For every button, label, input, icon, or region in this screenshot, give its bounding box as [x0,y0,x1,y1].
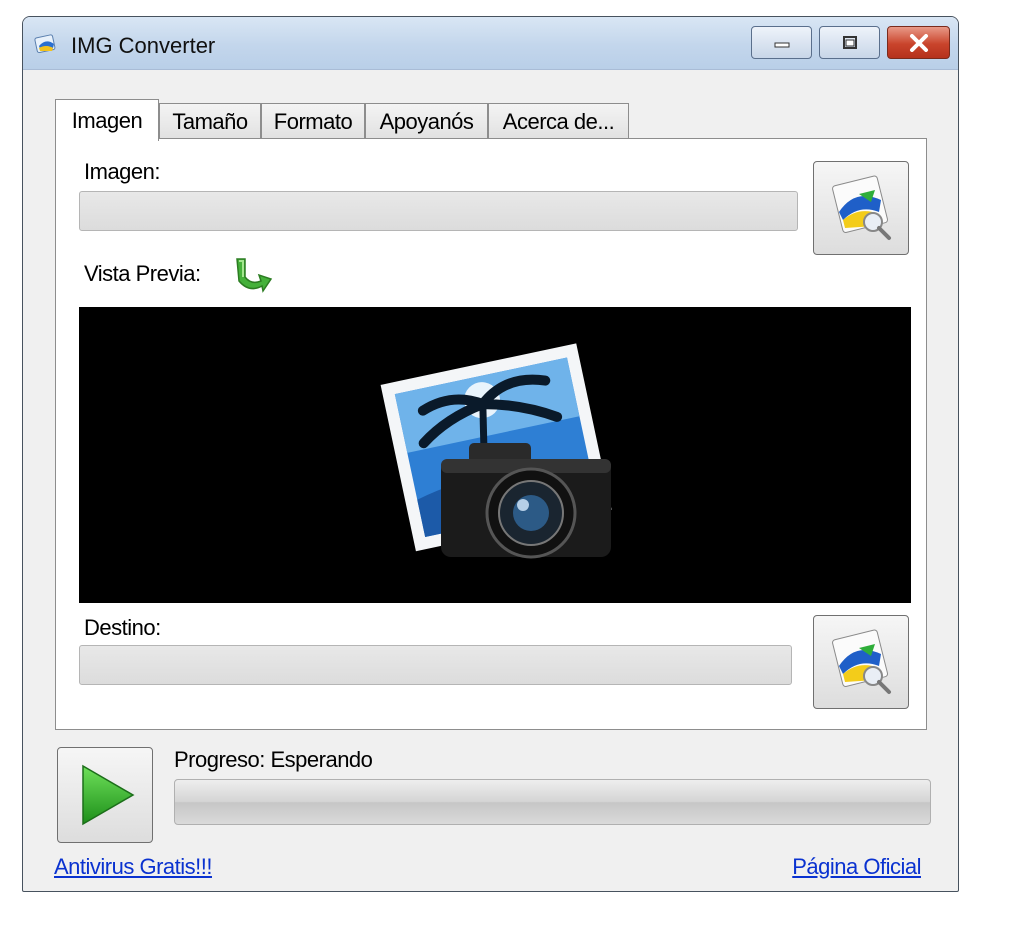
browse-destination-button[interactable] [813,615,909,709]
browse-image-button[interactable] [813,161,909,255]
destination-label: Destino: [84,615,161,640]
maximize-button[interactable] [819,26,880,59]
image-label: Imagen: [84,159,161,184]
title-bar[interactable]: IMG Converter [23,17,958,70]
app-icon [34,34,56,54]
photo-camera-icon [380,343,612,559]
maximize-icon [842,35,857,49]
minimize-icon [774,42,789,47]
tab-imagen[interactable]: Imagen [55,99,159,141]
convert-play-button[interactable] [57,747,153,843]
close-button[interactable] [887,26,950,59]
browse-destination-icon [832,629,891,694]
minimize-button[interactable] [751,26,812,59]
refresh-arrow-icon[interactable] [229,247,279,297]
preview-label: Vista Previa: [84,261,201,286]
close-icon [909,33,928,52]
image-path-field[interactable] [79,191,798,231]
tab-acerca-de[interactable]: Acerca de... [488,103,629,139]
tab-apoyanos[interactable]: Apoyanós [365,103,488,139]
image-preview [79,307,911,603]
progress-bar [174,779,931,825]
antivirus-link[interactable]: Antivirus Gratis!!! [54,854,212,880]
tab-tamano[interactable]: Tamaño [159,103,261,139]
tab-formato[interactable]: Formato [261,103,365,139]
official-page-link[interactable]: Página Oficial [792,854,921,880]
browse-image-icon [832,175,891,240]
play-icon [82,764,135,826]
destination-path-field[interactable] [79,645,792,685]
progress-label: Progreso: Esperando [174,747,373,772]
app-window: IMG Converter Imagen Tamaño Formato Apoy… [22,16,959,892]
window-title: IMG Converter [71,33,216,58]
imagen-tab-panel: Imagen: Vista Previa: Destino: [55,138,927,730]
